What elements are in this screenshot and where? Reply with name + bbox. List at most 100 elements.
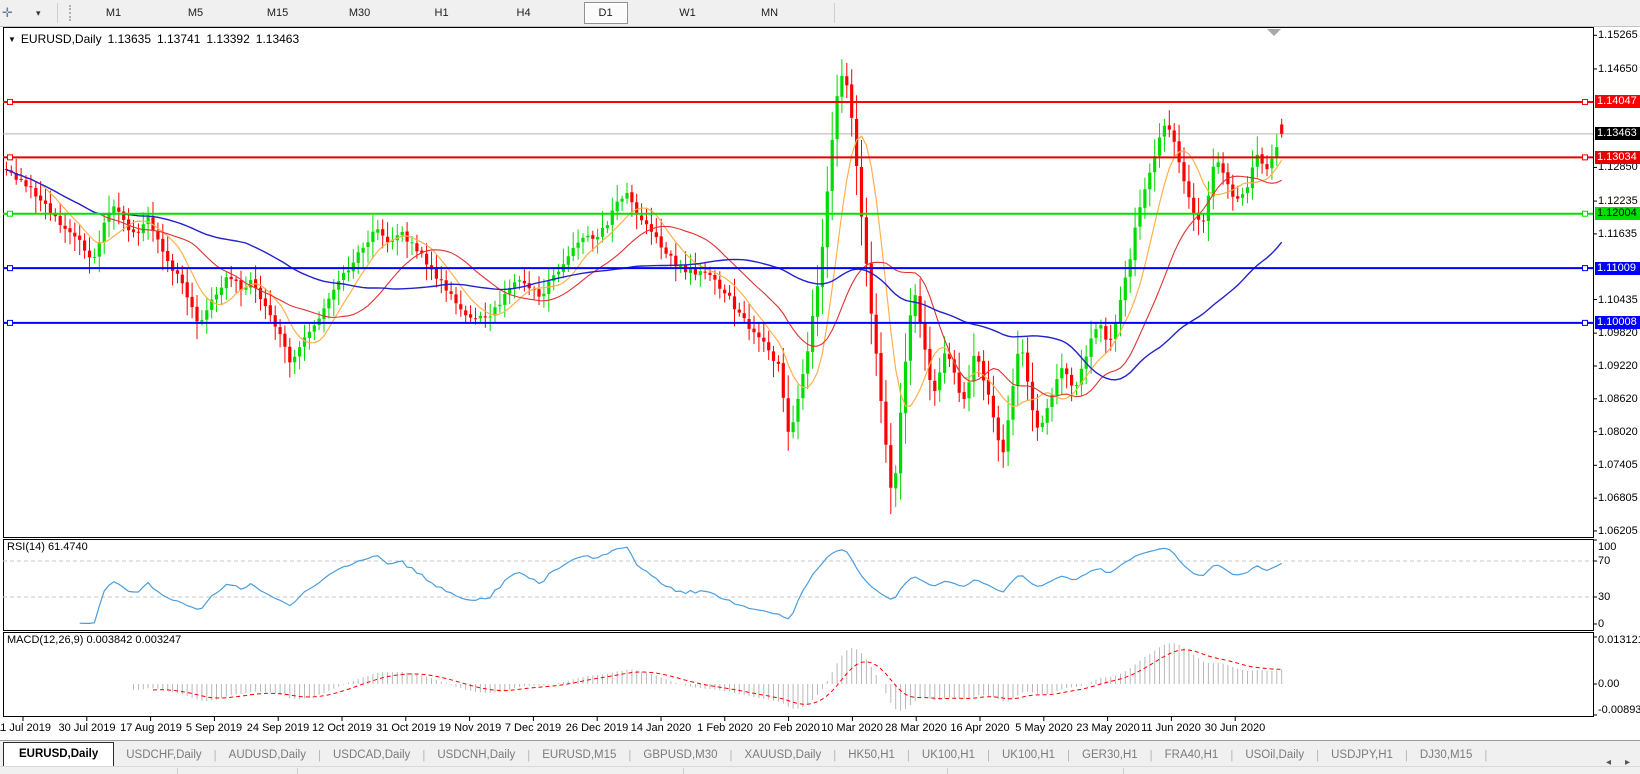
date-tick-label: 5 May 2020 — [1015, 722, 1072, 734]
chart-shift-marker-icon[interactable] — [1267, 29, 1281, 36]
level-line-handle[interactable] — [8, 155, 13, 160]
chart-tab-dj30-m15[interactable]: DJ30,M15 — [1408, 745, 1484, 767]
status-divider — [297, 768, 298, 774]
macd-tick-label: -0.008933 — [1598, 704, 1640, 716]
timeframe-button-h1[interactable]: H1 — [420, 2, 464, 24]
ma-fast-line[interactable] — [6, 136, 1281, 406]
chart-tab-usdcnh-daily[interactable]: USDCNH,Daily — [425, 745, 527, 767]
timeframe-button-h4[interactable]: H4 — [502, 2, 546, 24]
chart-title: ▼ EURUSD,Daily 1.13635 1.13741 1.13392 1… — [8, 32, 305, 46]
level-line-handle[interactable] — [8, 320, 13, 325]
rsi-tick-label: 70 — [1598, 555, 1640, 567]
rsi-tick-label: 0 — [1598, 618, 1640, 630]
timeframe-button-m30[interactable]: M30 — [338, 2, 382, 24]
timeframe-button-w1[interactable]: W1 — [666, 2, 710, 24]
timeframe-button-m1[interactable]: M1 — [92, 2, 136, 24]
date-tick-label: 7 Dec 2019 — [505, 722, 561, 734]
status-divider — [683, 768, 684, 774]
date-tick-label: 20 Feb 2020 — [758, 722, 820, 734]
price-tick-label: 1.09220 — [1598, 360, 1640, 372]
chart-tab-audusd-daily[interactable]: AUDUSD,Daily — [217, 745, 318, 767]
toolbar-separator — [57, 3, 58, 23]
date-tick-label: 1 Feb 2020 — [697, 722, 753, 734]
toolbar-separator — [834, 3, 835, 23]
ma-mid-line[interactable] — [6, 170, 1281, 397]
timeframe-button-d1[interactable]: D1 — [584, 2, 628, 24]
level-line-handle[interactable] — [1583, 211, 1588, 216]
price-chart[interactable] — [0, 27, 1640, 739]
chart-tab-hk50-h1[interactable]: HK50,H1 — [836, 745, 907, 767]
level-line-handle[interactable] — [8, 266, 13, 271]
ohlc-low: 1.13392 — [206, 32, 249, 46]
level-line-handle[interactable] — [1583, 320, 1588, 325]
chart-tab-fra40-h1[interactable]: FRA40,H1 — [1153, 745, 1231, 767]
level-price-box: 1.11009 — [1595, 262, 1640, 275]
date-tick-label: 23 May 2020 — [1076, 722, 1140, 734]
timeframe-button-m15[interactable]: M15 — [256, 2, 300, 24]
price-tick-label: 1.14650 — [1598, 63, 1640, 75]
date-tick-label: 11 Jul 2019 — [0, 722, 51, 734]
ohlc-close: 1.13463 — [256, 32, 299, 46]
macd-label: MACD(12,26,9) 0.003842 0.003247 — [7, 634, 181, 646]
date-tick-label: 24 Sep 2019 — [247, 722, 309, 734]
toolbar-drag-handle[interactable] — [69, 5, 74, 21]
collapse-icon[interactable]: ▼ — [8, 35, 16, 44]
price-tick-label: 1.06805 — [1598, 492, 1640, 504]
bear-candle-wicks — [6, 63, 1281, 514]
level-line-handle[interactable] — [1583, 99, 1588, 104]
level-line-handle[interactable] — [8, 99, 13, 104]
chart-tab-uk100-h1[interactable]: UK100,H1 — [910, 745, 987, 767]
level-price-box: 1.13034 — [1595, 151, 1640, 164]
price-tick-label: 1.10435 — [1598, 294, 1640, 306]
timeframe-buttons: M1 M5 M15 M30 H1 H4 D1 W1 MN — [92, 2, 830, 24]
current-price-box: 1.13463 — [1595, 127, 1640, 140]
level-line-handle[interactable] — [1583, 266, 1588, 271]
price-tick-label: 1.06205 — [1598, 525, 1640, 537]
chart-tabs-bar: EURUSD,DailyUSDCHF,Daily|AUDUSD,Daily|US… — [0, 740, 1640, 767]
macd-tick-label: 0.00 — [1598, 678, 1640, 690]
chart-tab-usoil-daily[interactable]: USOil,Daily — [1233, 745, 1316, 767]
date-tick-label: 10 Mar 2020 — [821, 722, 883, 734]
macd-signal-line — [153, 650, 1282, 704]
chart-tab-ger30-h1[interactable]: GER30,H1 — [1070, 745, 1150, 767]
timeframe-button-m5[interactable]: M5 — [174, 2, 218, 24]
chart-window: ▼ EURUSD,Daily 1.13635 1.13741 1.13392 1… — [0, 27, 1640, 739]
candles-layer[interactable] — [5, 59, 1283, 514]
crosshair-icon[interactable]: ✛ — [2, 5, 22, 21]
level-line-handle[interactable] — [1583, 155, 1588, 160]
macd-histogram — [134, 643, 1282, 711]
rsi-label: RSI(14) 61.4740 — [7, 541, 88, 553]
rsi-panel-border — [4, 540, 1594, 631]
chart-tab-usdchf-daily[interactable]: USDCHF,Daily — [114, 745, 213, 767]
chart-tab-usdjpy-h1[interactable]: USDJPY,H1 — [1319, 745, 1405, 767]
date-tick-label: 17 Aug 2019 — [120, 722, 182, 734]
date-tick-label: 28 Mar 2020 — [885, 722, 947, 734]
chart-tab-xauusd-daily[interactable]: XAUUSD,Daily — [733, 745, 834, 767]
timeframe-button-mn[interactable]: MN — [748, 2, 792, 24]
macd-tick-label: 0.013121 — [1598, 634, 1640, 646]
dropdown-arrow-icon[interactable]: ▾ — [36, 8, 41, 19]
chart-tab-uk100-h1[interactable]: UK100,H1 — [990, 745, 1067, 767]
price-tick-label: 1.15265 — [1598, 29, 1640, 41]
status-divider — [1123, 768, 1124, 774]
price-tick-label: 1.07405 — [1598, 459, 1640, 471]
chart-tab-gbpusd-m30[interactable]: GBPUSD,M30 — [631, 745, 729, 767]
date-tick-label: 16 Apr 2020 — [950, 722, 1009, 734]
tab-separator: | — [1484, 745, 1487, 767]
ohlc-open: 1.13635 — [108, 32, 151, 46]
chart-tab-eurusd-daily[interactable]: EURUSD,Daily — [3, 742, 114, 767]
rsi-tick-label: 30 — [1598, 591, 1640, 603]
level-line-handle[interactable] — [8, 211, 13, 216]
date-tick-label: 12 Oct 2019 — [312, 722, 372, 734]
date-tick-label: 30 Jul 2019 — [59, 722, 116, 734]
date-tick-label: 30 Jun 2020 — [1205, 722, 1266, 734]
chart-tab-usdcad-daily[interactable]: USDCAD,Daily — [321, 745, 422, 767]
chart-tab-eurusd-m15[interactable]: EURUSD,M15 — [530, 745, 628, 767]
date-tick-label: 26 Dec 2019 — [566, 722, 628, 734]
level-price-box: 1.10008 — [1595, 316, 1640, 329]
status-divider — [177, 768, 178, 774]
date-tick-label: 31 Oct 2019 — [376, 722, 436, 734]
rsi-line — [80, 547, 1282, 623]
bull-candle-wicks — [94, 59, 1276, 507]
price-tick-label: 1.11635 — [1598, 228, 1640, 240]
